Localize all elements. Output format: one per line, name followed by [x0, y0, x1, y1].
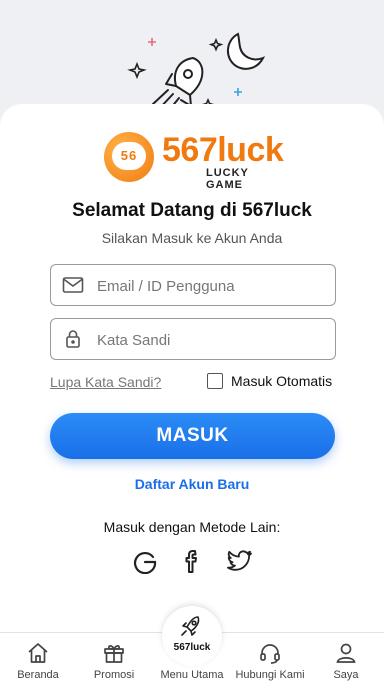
headset-icon: [260, 644, 280, 664]
register-link[interactable]: Daftar Akun Baru: [0, 476, 384, 492]
user-icon: [336, 643, 356, 663]
moon-illustration: [227, 32, 266, 70]
nav-item-promotions[interactable]: Promosi: [76, 633, 152, 689]
forgot-password-link[interactable]: Lupa Kata Sandi?: [50, 374, 161, 390]
main-menu-brand: 567luck: [173, 642, 211, 653]
other-methods-label: Masuk dengan Metode Lain:: [103, 519, 281, 535]
page-subtitle: Silakan Masuk ke Akun Anda: [101, 230, 283, 246]
logo-tagline: LUCKY GAME: [206, 167, 249, 191]
rocket-icon: [181, 616, 200, 636]
envelope-icon: [62, 277, 84, 293]
nav-label: Hubungi Kami: [235, 669, 305, 681]
nav-item-contact[interactable]: Hubungi Kami: [232, 633, 308, 689]
email-field[interactable]: [50, 264, 336, 307]
remember-me-label: Masuk Otomatis: [231, 373, 333, 389]
gift-icon: [104, 645, 124, 663]
email-input[interactable]: [95, 265, 329, 307]
brand-logo: 56 567luck LUCKY GAME: [104, 131, 284, 191]
password-field[interactable]: [50, 318, 336, 361]
twitter-icon[interactable]: [227, 548, 253, 574]
nav-item-home[interactable]: Beranda: [0, 633, 76, 689]
facebook-icon[interactable]: [179, 548, 205, 574]
nav-label: Menu Utama: [160, 669, 224, 681]
nav-label: Promosi: [93, 669, 135, 681]
password-input[interactable]: [95, 319, 329, 361]
remember-me-checkbox[interactable]: [207, 373, 223, 389]
home-icon: [28, 643, 48, 663]
login-button[interactable]: MASUK: [50, 413, 335, 459]
main-menu-button[interactable]: 567luck: [162, 606, 222, 666]
logo-emblem: 56: [104, 132, 154, 182]
lock-icon: [66, 330, 80, 348]
logo-badge: 56: [112, 142, 146, 170]
logo-name: 567luck: [162, 131, 284, 169]
nav-label: Saya: [333, 669, 359, 681]
nav-item-profile[interactable]: Saya: [308, 633, 384, 689]
google-icon[interactable]: [132, 548, 158, 574]
nav-label: Beranda: [17, 669, 59, 681]
page-title: Selamat Datang di 567luck: [72, 200, 312, 221]
